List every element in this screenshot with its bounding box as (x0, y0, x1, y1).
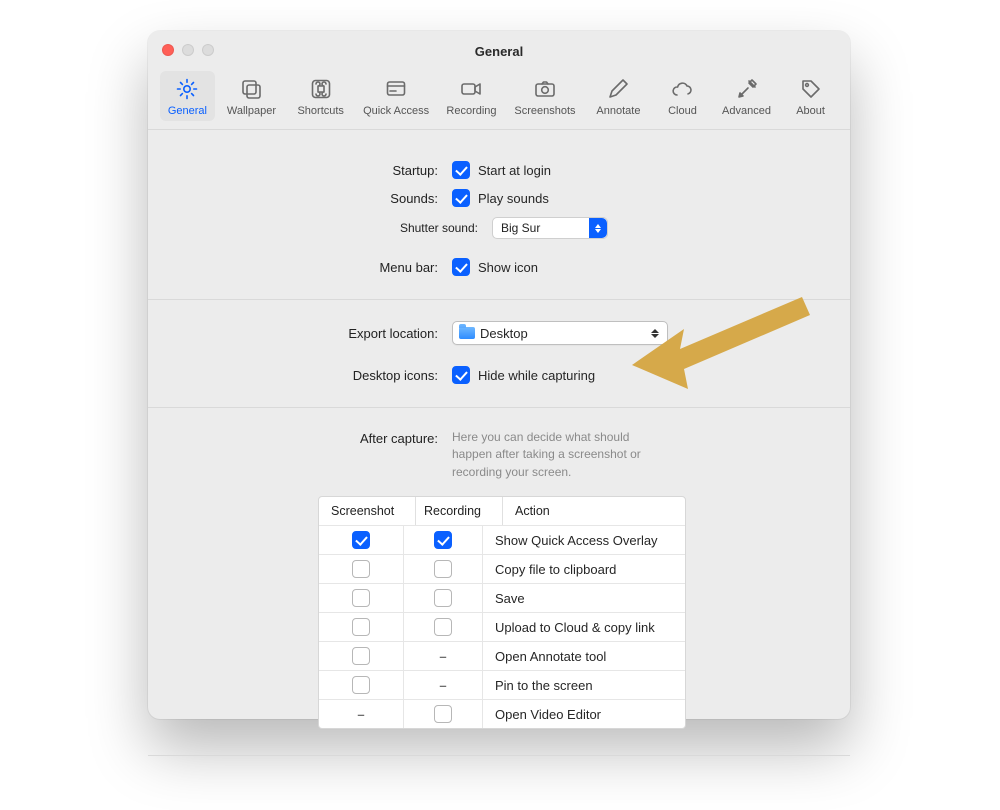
toolbar: General Wallpaper Shortcuts Quick Access (148, 71, 850, 130)
tab-quick-access-label: Quick Access (363, 105, 429, 117)
row4-recording-disabled-icon: – (435, 649, 451, 664)
export-location-value: Desktop (480, 326, 647, 341)
col-screenshot-header[interactable]: Screenshot (319, 497, 416, 525)
table-header: Screenshot Recording Action (319, 497, 685, 526)
table-row: Copy file to clipboard (319, 555, 685, 584)
tab-advanced[interactable]: Advanced (714, 71, 779, 121)
row6-recording-checkbox[interactable] (434, 705, 452, 723)
tab-shortcuts[interactable]: Shortcuts (288, 71, 353, 121)
chevron-updown-icon (589, 218, 607, 238)
section-after-capture: After capture: Here you can decide what … (148, 408, 850, 756)
table-row: – Pin to the screen (319, 671, 685, 700)
video-icon (459, 77, 483, 101)
tab-shortcuts-label: Shortcuts (297, 105, 343, 117)
menubar-label: Menu bar: (148, 260, 452, 275)
table-row: Show Quick Access Overlay (319, 526, 685, 555)
export-location-select[interactable]: Desktop (452, 321, 668, 345)
row2-action-label: Save (495, 591, 525, 606)
start-at-login-checkbox[interactable] (452, 161, 470, 179)
tab-cloud[interactable]: Cloud (655, 71, 710, 121)
play-sounds-text: Play sounds (478, 191, 549, 206)
play-sounds-checkbox[interactable] (452, 189, 470, 207)
row2-recording-checkbox[interactable] (434, 589, 452, 607)
row5-screenshot-checkbox[interactable] (352, 676, 370, 694)
section-export: Export location: Desktop Desktop icons: … (148, 300, 850, 408)
desktop-icons-label: Desktop icons: (148, 368, 452, 383)
row3-action-label: Upload to Cloud & copy link (495, 620, 655, 635)
tab-annotate[interactable]: Annotate (586, 71, 651, 121)
command-icon (309, 77, 333, 101)
row5-action-label: Pin to the screen (495, 678, 593, 693)
col-action-header[interactable]: Action (503, 504, 685, 518)
tab-wallpaper[interactable]: Wallpaper (219, 71, 284, 121)
tab-cloud-label: Cloud (668, 105, 697, 117)
window-title: General (475, 44, 523, 59)
row1-screenshot-checkbox[interactable] (352, 560, 370, 578)
row6-action-label: Open Video Editor (495, 707, 601, 722)
tab-advanced-label: Advanced (722, 105, 771, 117)
row2-screenshot-checkbox[interactable] (352, 589, 370, 607)
close-button[interactable] (162, 44, 174, 56)
shutter-sound-label: Shutter sound: (148, 221, 492, 235)
preferences-window: General General Wallpaper Shortcuts (148, 31, 850, 719)
zoom-button[interactable] (202, 44, 214, 56)
hide-while-capturing-text: Hide while capturing (478, 368, 595, 383)
tools-icon (735, 77, 759, 101)
camera-icon (533, 77, 557, 101)
row0-screenshot-checkbox[interactable] (352, 531, 370, 549)
section-basic: Startup: Start at login Sounds: Play sou… (148, 130, 850, 300)
after-capture-label: After capture: (148, 429, 452, 446)
row3-recording-checkbox[interactable] (434, 618, 452, 636)
tab-about-label: About (796, 105, 825, 117)
pencil-icon (606, 77, 630, 101)
titlebar: General (148, 31, 850, 71)
cloud-icon (670, 77, 694, 101)
tab-quick-access[interactable]: Quick Access (357, 71, 435, 121)
row4-action-label: Open Annotate tool (495, 649, 606, 664)
shutter-sound-select[interactable]: Big Sur (492, 217, 608, 239)
tag-icon (799, 77, 823, 101)
row1-recording-checkbox[interactable] (434, 560, 452, 578)
folder-icon (459, 327, 475, 339)
show-menubar-icon-text: Show icon (478, 260, 538, 275)
tab-screenshots-label: Screenshots (514, 105, 575, 117)
tab-recording-label: Recording (446, 105, 496, 117)
table-row: Save (319, 584, 685, 613)
minimize-button[interactable] (182, 44, 194, 56)
table-row: Upload to Cloud & copy link (319, 613, 685, 642)
after-capture-table: Screenshot Recording Action Show Quick A… (318, 496, 686, 729)
tab-about[interactable]: About (783, 71, 838, 121)
tab-annotate-label: Annotate (596, 105, 640, 117)
row0-recording-checkbox[interactable] (434, 531, 452, 549)
row5-recording-disabled-icon: – (435, 678, 451, 693)
tab-general[interactable]: General (160, 71, 215, 121)
tab-general-label: General (168, 105, 207, 117)
traffic-lights (162, 44, 214, 56)
row0-action-label: Show Quick Access Overlay (495, 533, 658, 548)
show-menubar-icon-checkbox[interactable] (452, 258, 470, 276)
sounds-label: Sounds: (148, 191, 452, 206)
row6-screenshot-disabled-icon: – (353, 707, 369, 722)
after-capture-note: Here you can decide what should happen a… (452, 429, 662, 481)
tab-screenshots[interactable]: Screenshots (508, 71, 582, 121)
hide-while-capturing-checkbox[interactable] (452, 366, 470, 384)
wallpaper-icon (239, 77, 263, 101)
start-at-login-text: Start at login (478, 163, 551, 178)
tab-recording[interactable]: Recording (439, 71, 504, 121)
table-row: – Open Annotate tool (319, 642, 685, 671)
tab-wallpaper-label: Wallpaper (227, 105, 276, 117)
row1-action-label: Copy file to clipboard (495, 562, 616, 577)
row4-screenshot-checkbox[interactable] (352, 647, 370, 665)
chevron-updown-icon (647, 329, 663, 338)
export-location-label: Export location: (148, 326, 452, 341)
shutter-sound-value: Big Sur (493, 221, 589, 235)
table-row: – Open Video Editor (319, 700, 685, 728)
row3-screenshot-checkbox[interactable] (352, 618, 370, 636)
startup-label: Startup: (148, 163, 452, 178)
col-recording-header[interactable]: Recording (416, 497, 503, 525)
quick-access-icon (384, 77, 408, 101)
gear-icon (175, 77, 199, 101)
